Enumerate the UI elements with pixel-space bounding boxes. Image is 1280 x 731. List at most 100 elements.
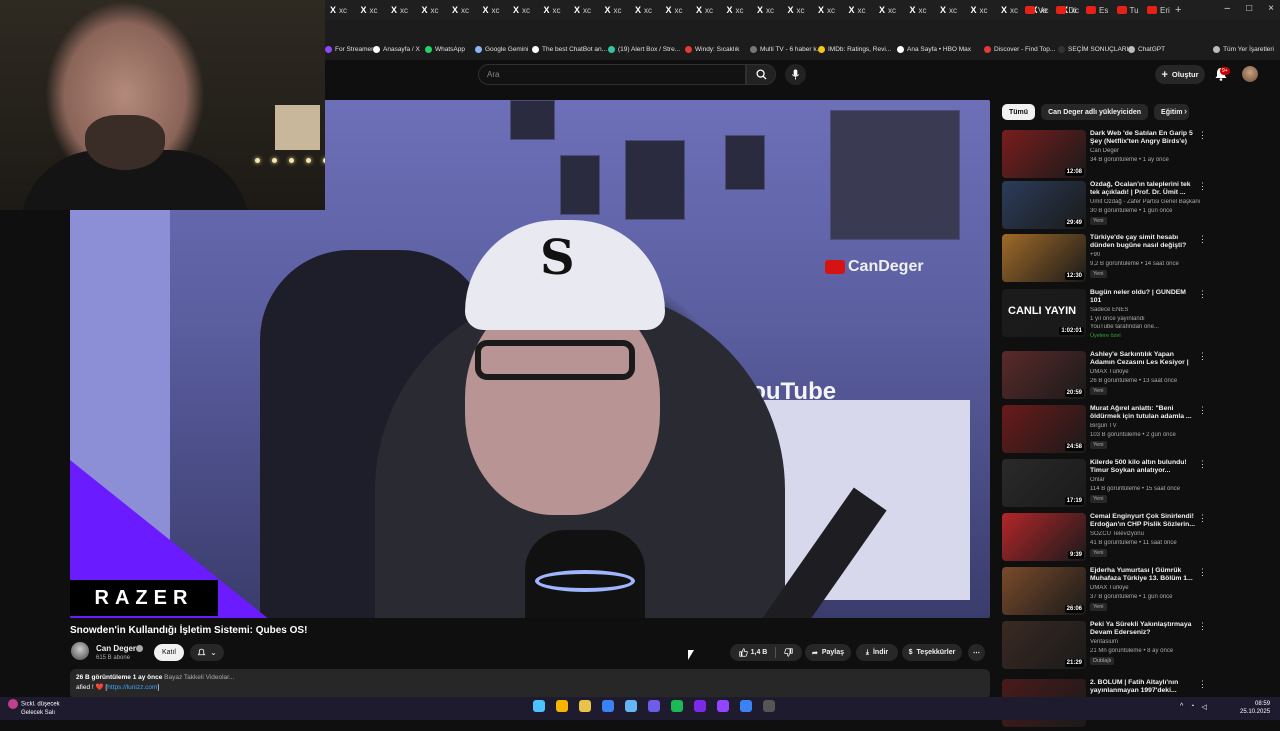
taskbar-app-icon[interactable] <box>602 700 614 712</box>
bookmark-item[interactable]: ChatGPT <box>1128 46 1165 53</box>
browser-tab[interactable]: Xxc <box>788 3 818 17</box>
recommendation-item[interactable]: 26:06 Ejderha Yumurtası | Gümrük Muhafaza… <box>1002 567 1272 619</box>
browser-tab[interactable]: Es <box>1086 3 1116 17</box>
thumbs-down-icon[interactable] <box>784 648 793 657</box>
bookmark-item[interactable]: IMDb: Ratings, Revi... <box>818 46 891 53</box>
taskbar-app-icon[interactable] <box>694 700 706 712</box>
browser-tab[interactable]: Xxc <box>422 3 452 17</box>
recommendation-channel[interactable]: Birgün TV <box>1090 423 1206 429</box>
browser-tab[interactable]: Xxc <box>727 3 757 17</box>
recommendation-title[interactable]: Dark Web 'de Satılan En Garip 5 Şey (Net… <box>1090 130 1196 147</box>
recommendation-title[interactable]: Cemal Enginyurt Çok Sinirlendi! Erdoğan'… <box>1090 513 1196 530</box>
taskbar-app-icon[interactable] <box>717 700 729 712</box>
weather-widget[interactable]: Sıckl. düşecek Gelecek Salı <box>8 699 60 717</box>
browser-tab[interactable]: Xxc <box>452 3 482 17</box>
recommendation-channel[interactable]: DMAX Türkiye <box>1090 585 1206 591</box>
recommendation-title[interactable]: Özdağ, Öcalan'ın taleplerini tek tek açı… <box>1090 181 1196 198</box>
recommendation-channel[interactable]: +90 <box>1090 252 1206 258</box>
browser-tab[interactable]: Xxc <box>818 3 848 17</box>
recommendation-channel[interactable]: Can Deger <box>1090 148 1206 154</box>
taskbar-app-icon[interactable] <box>763 700 775 712</box>
more-options-icon[interactable]: ⋮ <box>1198 567 1207 578</box>
browser-tab[interactable]: Tu <box>1116 3 1147 17</box>
chevron-up-icon[interactable]: ^ <box>1180 703 1183 711</box>
more-options-icon[interactable]: ⋮ <box>1198 351 1207 362</box>
recommendation-channel[interactable]: SÖZCÜ Televizyonu <box>1090 531 1206 537</box>
join-button[interactable]: Katıl <box>154 644 184 661</box>
video-thumbnail[interactable]: 20:59 <box>1002 351 1086 399</box>
description-link[interactable]: https://lunizz.com <box>107 684 157 691</box>
video-thumbnail[interactable]: 29:49 <box>1002 181 1086 229</box>
bookmark-item[interactable]: Discover - Find Top... <box>984 46 1055 53</box>
browser-tab[interactable]: Xxc <box>910 3 940 17</box>
thanks-button[interactable]: $ Teşekkürler <box>902 644 962 661</box>
more-options-icon[interactable]: ⋮ <box>1198 234 1207 245</box>
browser-tab[interactable]: Xxc <box>696 3 726 17</box>
browser-tab[interactable]: Xxc <box>635 3 665 17</box>
recommendation-item[interactable]: CANLI YAYIN 1:02:01 Bugün neler oldu? | GÜ… <box>1002 289 1272 341</box>
browser-tab[interactable]: Ve <box>1025 3 1055 17</box>
taskbar-app-icon[interactable] <box>556 700 568 712</box>
browser-tab[interactable]: Xxc <box>391 3 421 17</box>
wifi-icon[interactable]: ◔ <box>1190 703 1194 711</box>
browser-tab[interactable]: Xxc <box>330 3 360 17</box>
bookmark-item[interactable]: Windy: Sıcaklık <box>685 46 739 53</box>
recommendation-item[interactable]: 9:39 Cemal Enginyurt Çok Sinirlendi! Erdo… <box>1002 513 1272 565</box>
browser-tab[interactable]: Xxc <box>971 3 1001 17</box>
video-thumbnail[interactable]: CANLI YAYIN 1:02:01 <box>1002 289 1086 337</box>
recommendation-item[interactable]: 12:08 Dark Web 'de Satılan En Garip 5 Şey… <box>1002 130 1272 182</box>
taskbar-app-icon[interactable] <box>648 700 660 712</box>
browser-tab[interactable]: Xxc <box>757 3 787 17</box>
bookmark-item[interactable]: WhatsApp <box>425 46 465 53</box>
share-button[interactable]: ➦ Paylaş <box>805 644 851 661</box>
close-button[interactable]: × <box>1268 3 1274 14</box>
bookmark-item[interactable]: Tüm Yer İşaretleri <box>1213 46 1274 53</box>
search-button[interactable] <box>746 64 776 85</box>
minimize-button[interactable]: – <box>1225 3 1231 14</box>
download-button[interactable]: ⤓ İndir <box>856 644 898 661</box>
recommendation-item[interactable]: 20:59 Ashley'e Sarkıntılık Yapan Adamın C… <box>1002 351 1272 403</box>
maximize-button[interactable]: □ <box>1246 3 1252 14</box>
new-tab-button[interactable]: + <box>1175 3 1205 17</box>
browser-tab[interactable]: Xxc <box>513 3 543 17</box>
video-thumbnail[interactable]: 12:08 <box>1002 130 1086 178</box>
search-input[interactable]: Ara <box>478 64 746 85</box>
video-thumbnail[interactable]: 24:58 <box>1002 405 1086 453</box>
bookmark-item[interactable]: The best ChatBot an... <box>532 46 607 53</box>
video-thumbnail[interactable]: 21:29 <box>1002 621 1086 669</box>
chips-next-arrow[interactable]: › <box>1184 106 1187 116</box>
more-options-icon[interactable]: ⋮ <box>1198 130 1207 141</box>
recommendation-item[interactable]: 29:49 Özdağ, Öcalan'ın taleplerini tek te… <box>1002 181 1272 233</box>
bookmark-item[interactable]: Anasayfa / X <box>373 46 420 53</box>
browser-tab[interactable]: Xxc <box>605 3 635 17</box>
channel-name[interactable]: Can Deger <box>96 644 136 653</box>
taskbar-app-icon[interactable] <box>533 700 545 712</box>
recommendation-title[interactable]: Kilerde 500 kilo altın bulundu! Timur So… <box>1090 459 1196 476</box>
video-thumbnail[interactable]: 26:06 <box>1002 567 1086 615</box>
recommendation-title[interactable]: Ejderha Yumurtası | Gümrük Muhafaza Türk… <box>1090 567 1196 584</box>
browser-tab[interactable]: Eri <box>1147 3 1177 17</box>
bookmark-item[interactable]: Ana Sayfa • HBO Max <box>897 46 971 53</box>
taskbar-app-icon[interactable] <box>579 700 591 712</box>
browser-tab[interactable]: Xxc <box>544 3 574 17</box>
recommendation-title[interactable]: Peki Ya Sürekli Yakınlaştırmaya Devam Ed… <box>1090 621 1196 638</box>
description-box[interactable]: 26 B görüntüleme 1 ay önce Bayaz Takkeli… <box>70 669 990 699</box>
more-actions-button[interactable]: ⋯ <box>968 644 985 661</box>
recommendation-channel[interactable]: Sadece ENES <box>1090 307 1206 313</box>
filter-chip[interactable]: Can Deger adlı yükleyiciden <box>1041 104 1149 120</box>
recommendation-title[interactable]: Murat Ağırel anlattı: "Beni öldürmek içi… <box>1090 405 1196 422</box>
recommendation-item[interactable]: 17:19 Kilerde 500 kilo altın bulundu! Tim… <box>1002 459 1272 511</box>
more-options-icon[interactable]: ⋮ <box>1198 181 1207 192</box>
more-options-icon[interactable]: ⋮ <box>1198 289 1207 300</box>
recommendation-title[interactable]: 2. BÖLÜM | Fatih Altaylı'nın yayınlanmay… <box>1090 679 1196 696</box>
bookmark-item[interactable]: For Streamers <box>325 46 377 53</box>
voice-search-button[interactable] <box>785 64 806 85</box>
more-options-icon[interactable]: ⋮ <box>1198 405 1207 416</box>
video-thumbnail[interactable]: 12:30 <box>1002 234 1086 282</box>
more-options-icon[interactable]: ⋮ <box>1198 679 1207 690</box>
recommendation-item[interactable]: 12:30 Türkiye'de çay simit hesabı dünden … <box>1002 234 1272 286</box>
channel-avatar[interactable] <box>71 642 89 660</box>
bookmark-item[interactable]: (19) Alert Box / Stre... <box>608 46 680 53</box>
account-avatar[interactable] <box>1242 66 1258 82</box>
filter-chip[interactable]: Tümü <box>1002 104 1036 120</box>
